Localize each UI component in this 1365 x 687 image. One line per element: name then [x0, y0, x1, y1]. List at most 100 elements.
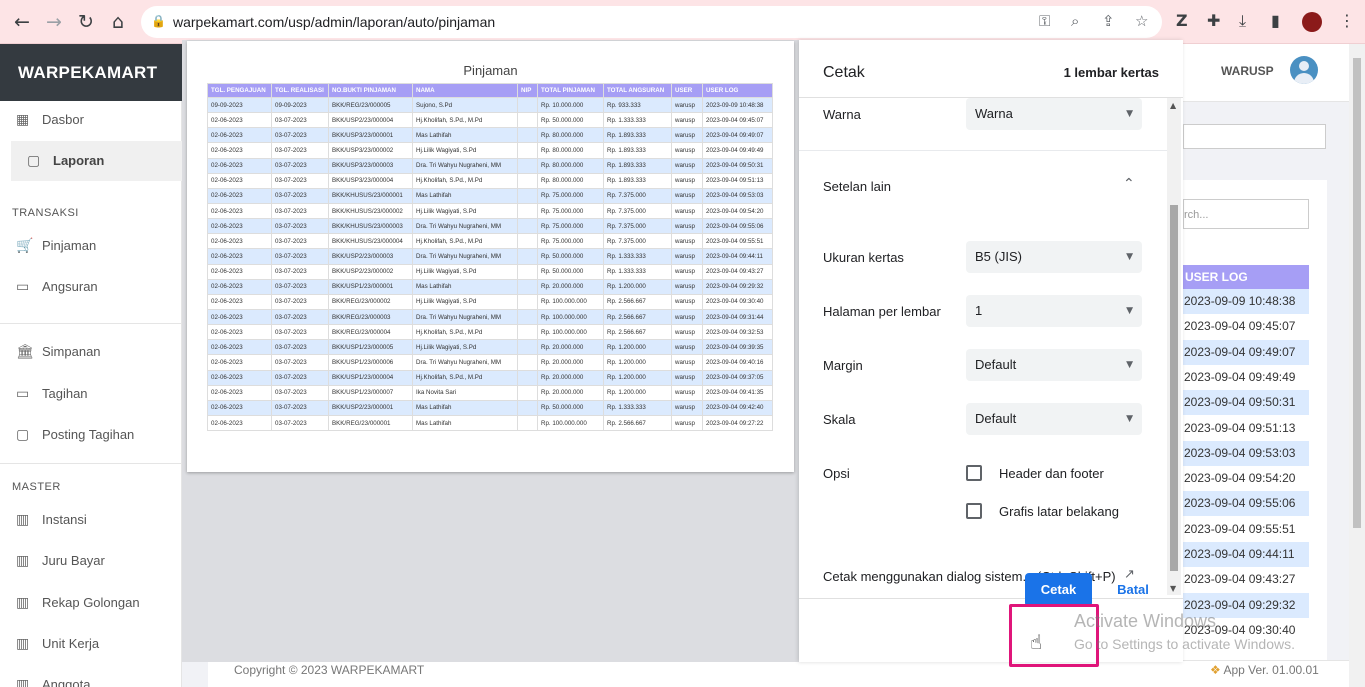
scroll-down-icon[interactable]: ▼ — [1170, 584, 1176, 593]
preview-table-cell: warusp — [671, 263, 703, 280]
sidebar-item-rekap-golongan[interactable]: ▥ Rekap Golongan — [0, 584, 182, 622]
preview-table-cell: Rp. 20.000.000 — [537, 354, 604, 371]
preview-table-cell: Rp. 100.000.000 — [537, 414, 604, 432]
header-footer-checkbox[interactable] — [966, 465, 982, 481]
search-input[interactable]: rch... — [1183, 199, 1309, 229]
preview-table-cell: 02-06-2023 — [207, 384, 272, 401]
sidebar-item-label: Rekap Golongan — [42, 595, 140, 610]
sidebar-item-juru-bayar[interactable]: ▥ Juru Bayar — [0, 542, 182, 580]
chevron-up-icon[interactable]: ⌃ — [1123, 176, 1135, 192]
bookmark-star-icon[interactable]: ☆ — [1135, 12, 1148, 30]
preview-table-cell — [517, 112, 538, 129]
book-icon: ▥ — [16, 636, 30, 652]
preview-table-row: 02-06-2023 03-07-2023 BKK/USP2/23/000002 Hj… — [207, 263, 773, 280]
sidebar-item-pinjaman[interactable]: 🛒 Pinjaman — [0, 227, 182, 265]
color-select[interactable]: Warna ▼ — [966, 98, 1142, 130]
brand-logo[interactable]: WARPEKAMART — [0, 44, 182, 101]
preview-table-row: 02-06-2023 03-07-2023 BKK/KHUSUS/23/000003… — [207, 218, 773, 235]
scroll-up-icon[interactable]: ▲ — [1170, 101, 1176, 110]
preview-table-row: 02-06-2023 03-07-2023 BKK/KHUSUS/23/000002… — [207, 202, 773, 220]
preview-table-row: 02-06-2023 03-07-2023 BKK/USP1/23/000005 Hj… — [207, 339, 773, 356]
pages-per-sheet-select[interactable]: 1 ▼ — [966, 295, 1142, 327]
sidebar: WARPEKAMART ▦ Dasbor ▢ Laporan TRANSAKSI… — [0, 44, 182, 687]
home-icon[interactable]: ⌂ — [106, 10, 130, 34]
sidepanel-icon[interactable]: ▮ — [1271, 11, 1280, 30]
user-name[interactable]: WARUSP — [1221, 64, 1274, 78]
zoom-icon[interactable]: ⌕ — [1071, 12, 1079, 30]
download-icon[interactable]: ⤓ — [1239, 11, 1246, 31]
preview-table-cell: 03-07-2023 — [271, 218, 329, 235]
print-preview-page: Pinjaman TGL. PENGAJUAN TGL. REALISASI NO.… — [187, 41, 794, 472]
sidebar-item-anggota[interactable]: ▥ Anggota — [0, 666, 182, 687]
dropdown-arrow-icon: ▼ — [1126, 109, 1133, 119]
scale-label: Skala — [823, 412, 856, 427]
scroll-thumb[interactable] — [1170, 205, 1178, 571]
preview-table-cell: 03-07-2023 — [271, 127, 329, 144]
preview-table-cell: 02-06-2023 — [207, 202, 272, 220]
preview-table-cell: 2023-09-04 09:45:07 — [702, 112, 773, 129]
more-settings-toggle[interactable]: Setelan lain — [823, 179, 891, 194]
sidebar-item-label: Simpanan — [42, 344, 101, 359]
key-icon[interactable]: ⚿ — [1039, 12, 1050, 30]
filter-input[interactable] — [1183, 124, 1326, 149]
page-scrollbar[interactable] — [1349, 44, 1365, 687]
preview-table-cell: Rp. 50.000.000 — [537, 263, 604, 280]
share-icon[interactable]: ⇪ — [1102, 12, 1115, 30]
sidebar-item-angsuran[interactable]: ▭ Angsuran — [0, 268, 182, 306]
preview-title: Pinjaman — [463, 63, 518, 78]
preview-table-cell: Ika Novita Sari — [412, 384, 518, 401]
page-scroll-thumb[interactable] — [1353, 58, 1361, 528]
avatar[interactable] — [1290, 56, 1318, 84]
print-button[interactable]: Cetak — [1025, 573, 1092, 607]
sidebar-item-unit-kerja[interactable]: ▥ Unit Kerja — [0, 625, 182, 663]
background-graphics-checkbox[interactable] — [966, 503, 982, 519]
preview-table-cell: 03-07-2023 — [271, 233, 329, 250]
lock-icon[interactable]: 🔒 — [151, 14, 166, 28]
back-icon[interactable]: ← — [10, 10, 34, 34]
menu-kebab-icon[interactable]: ⋮ — [1339, 11, 1355, 30]
preview-table-cell: 02-06-2023 — [207, 354, 272, 371]
color-label: Warna — [823, 107, 861, 122]
extension-z-icon[interactable]: Z — [1176, 11, 1188, 30]
preview-table-cell: 02-06-2023 — [207, 369, 272, 386]
background-graphics-label[interactable]: Grafis latar belakang — [999, 504, 1119, 519]
preview-table-cell: Dra. Tri Wahyu Nugraheni, MM — [412, 308, 518, 326]
column-header-user-log[interactable]: USER LOG — [1183, 265, 1309, 289]
preview-table-cell — [517, 414, 538, 432]
preview-table-cell: 2023-09-04 09:49:07 — [702, 127, 773, 144]
preview-table-cell: warusp — [671, 142, 703, 159]
table-row: 2023-09-04 09:50:31 — [1183, 390, 1309, 416]
activation-watermark-text: Go to Settings to activate Windows. — [1074, 636, 1295, 652]
section-title-transaksi: TRANSAKSI — [12, 207, 79, 219]
sidebar-item-dasbor[interactable]: ▦ Dasbor — [0, 101, 182, 139]
sidebar-item-laporan[interactable]: ▢ Laporan — [11, 141, 182, 181]
dialog-scrollbar[interactable]: ▲ ▼ — [1167, 98, 1181, 595]
preview-table-cell: BKK/USP1/23/000001 — [328, 278, 413, 295]
preview-table-cell — [517, 96, 538, 114]
paper-size-select[interactable]: B5 (JIS) ▼ — [966, 241, 1142, 273]
preview-table-cell: Rp. 10.000.000 — [537, 96, 604, 114]
margin-select[interactable]: Default ▼ — [966, 349, 1142, 381]
dialog-header: Cetak 1 lembar kertas — [799, 40, 1183, 98]
preview-table-cell — [517, 172, 538, 189]
preview-table-cell: Mas Lathifah — [412, 414, 518, 432]
header-footer-label[interactable]: Header dan footer — [999, 466, 1104, 481]
preview-table-cell: 03-07-2023 — [271, 248, 329, 265]
profile-avatar-icon[interactable] — [1302, 12, 1322, 32]
sidebar-item-instansi[interactable]: ▥ Instansi — [0, 501, 182, 539]
preview-table-cell: 2023-09-04 09:49:49 — [702, 142, 773, 159]
reload-icon[interactable]: ↻ — [74, 10, 98, 34]
table-row: 2023-09-04 09:54:20 — [1183, 466, 1309, 492]
address-bar[interactable]: 🔒 warpekamart.com/usp/admin/laporan/auto… — [141, 6, 1162, 38]
sidebar-item-posting-tagihan[interactable]: ▢ Posting Tagihan — [0, 416, 182, 454]
forward-icon[interactable]: → — [42, 10, 66, 34]
scale-select[interactable]: Default ▼ — [966, 403, 1142, 435]
cancel-button[interactable]: Batal — [1107, 573, 1159, 607]
footer-copyright: Copyright © 2023 WARPEKAMART — [234, 663, 425, 677]
extensions-puzzle-icon[interactable]: ✚ — [1207, 11, 1220, 30]
table-row: 2023-09-04 09:45:07 — [1183, 314, 1309, 340]
preview-table-row: 02-06-2023 03-07-2023 BKK/USP1/23/000004 Hj… — [207, 369, 773, 386]
preview-table-cell: Rp. 7.375.000 — [603, 233, 672, 250]
sidebar-item-simpanan[interactable]: 🏛 Simpanan — [0, 333, 182, 371]
sidebar-item-tagihan[interactable]: ▭ Tagihan — [0, 375, 182, 413]
